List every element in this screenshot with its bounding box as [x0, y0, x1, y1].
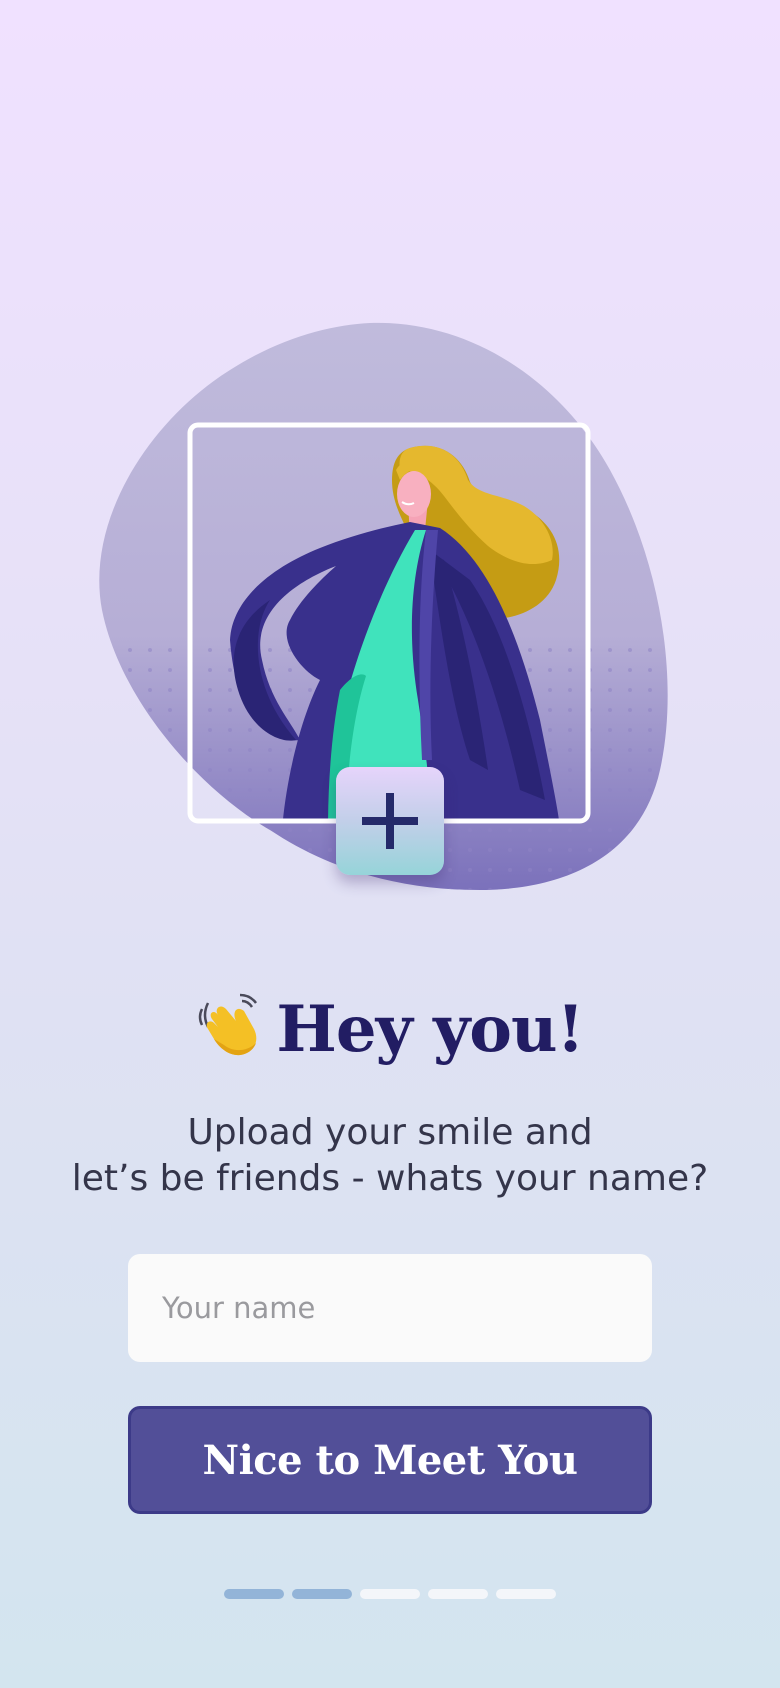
subtitle: Upload your smile and let’s be friends -…	[40, 1110, 740, 1202]
subtitle-line-1: Upload your smile and	[187, 1112, 593, 1153]
onboarding-screen: Hey you! Upload your smile and let’s be …	[0, 0, 780, 1688]
page-indicator	[224, 1589, 556, 1599]
page-indicator-step-1	[224, 1589, 284, 1599]
add-photo-button[interactable]	[336, 767, 444, 875]
page-indicator-step-5	[496, 1589, 556, 1599]
waving-hand-icon	[196, 989, 264, 1078]
page-indicator-step-2	[292, 1589, 352, 1599]
page-indicator-step-3	[360, 1589, 420, 1599]
subtitle-line-2: let’s be friends - whats your name?	[71, 1158, 709, 1199]
nice-to-meet-you-button[interactable]: Nice to Meet You	[128, 1406, 652, 1514]
plus-icon	[362, 793, 418, 849]
page-indicator-step-4	[428, 1589, 488, 1599]
headline-text: Hey you!	[276, 992, 584, 1067]
greeting-headline: Hey you!	[0, 988, 780, 1078]
name-input[interactable]	[128, 1254, 652, 1362]
